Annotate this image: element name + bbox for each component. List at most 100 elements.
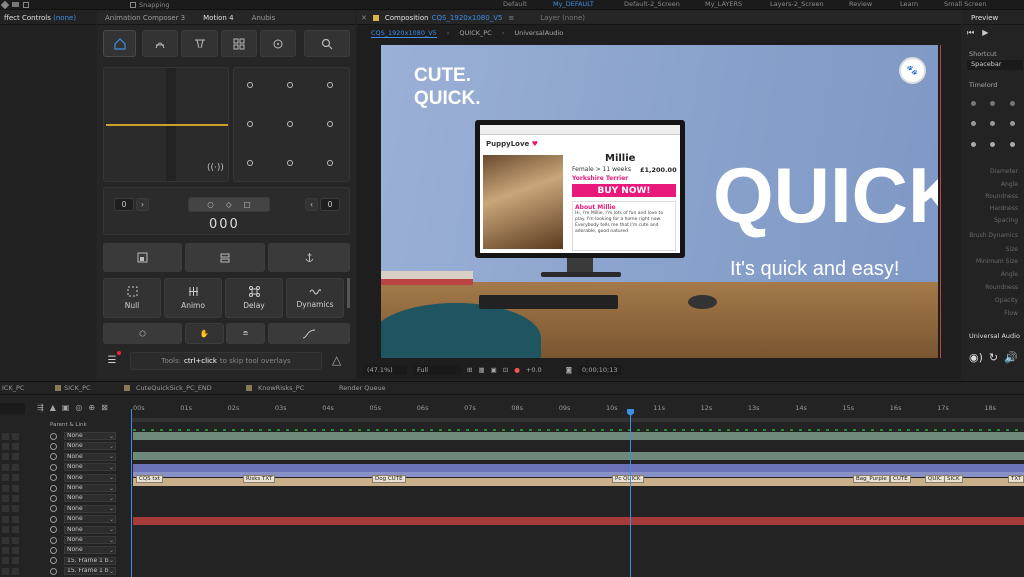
quality-select[interactable]: Full	[413, 365, 461, 375]
align-button[interactable]	[103, 243, 182, 272]
brush-preset[interactable]	[990, 141, 996, 147]
region-icon[interactable]: ⊞	[467, 366, 472, 374]
visibility-switch[interactable]	[2, 442, 9, 450]
frame-blend-icon[interactable]: ⊕	[88, 403, 95, 412]
audio-waves-icon[interactable]: ◉)	[969, 351, 983, 364]
visibility-switch[interactable]	[2, 474, 9, 482]
brush-preset[interactable]	[971, 101, 976, 106]
play-icon[interactable]: ▶	[982, 28, 988, 38]
shortcut-select[interactable]: Spacebar	[967, 60, 1023, 70]
pickwhip-icon[interactable]	[50, 505, 57, 513]
layer-bar-red[interactable]	[133, 517, 1024, 525]
bounce-button[interactable]	[181, 30, 218, 57]
tab-anubis[interactable]: Anubis	[252, 14, 276, 22]
brush-preset[interactable]	[971, 141, 976, 147]
marker[interactable]: Risks TXT	[243, 475, 276, 483]
pickwhip-icon[interactable]	[50, 453, 57, 461]
audio-switch[interactable]	[12, 442, 19, 450]
layer-bar-green[interactable]	[133, 452, 1024, 460]
broadcast-icon[interactable]: ((·))	[207, 163, 224, 173]
marker[interactable]: Bag_Purple	[853, 475, 890, 483]
square-icon[interactable]: □	[244, 200, 251, 209]
work-area-bar[interactable]	[131, 418, 1024, 422]
lock-icon[interactable]: ▣	[62, 403, 70, 412]
audio-switch[interactable]	[12, 567, 19, 575]
workspace-learn[interactable]: Learn	[900, 0, 918, 8]
visibility-switch[interactable]	[2, 453, 9, 461]
speaker-icon[interactable]: 🔊	[1004, 351, 1018, 364]
snapping-checkbox[interactable]	[130, 1, 136, 8]
workspace-review[interactable]: Review	[849, 0, 872, 8]
anchor-dot-middle-right[interactable]	[327, 121, 333, 127]
workspace-default-2-screen[interactable]: Default-2_Screen	[624, 0, 680, 8]
shapes-button[interactable]: ⬡	[103, 323, 182, 344]
pickwhip-icon[interactable]	[50, 536, 57, 544]
pickwhip-icon[interactable]	[50, 567, 57, 575]
ease-button[interactable]	[142, 30, 178, 57]
counter-right-arrow[interactable]: ‹	[305, 198, 318, 211]
distribute-button[interactable]	[185, 243, 265, 272]
brush-preset[interactable]	[990, 101, 996, 106]
pickwhip-icon[interactable]	[50, 515, 57, 523]
anchor-dot-top-left[interactable]	[247, 82, 253, 88]
audio-switch[interactable]	[12, 526, 19, 534]
counter-right-value[interactable]: 0	[320, 198, 340, 211]
camera-icon[interactable]: ◙	[566, 366, 572, 374]
chevron-down-icon[interactable]: ⌄	[109, 526, 114, 533]
visibility-switch[interactable]	[2, 494, 9, 502]
layer-row[interactable]: None ⌄	[0, 535, 130, 545]
visibility-switch[interactable]	[2, 526, 9, 534]
work-area-start[interactable]	[131, 409, 132, 577]
graph-switch-icon[interactable]: ⇶	[37, 403, 44, 412]
marker[interactable]: Pc QUICK	[612, 475, 644, 483]
chevron-down-icon[interactable]: ⌄	[109, 433, 114, 440]
marker[interactable]: CQS txt	[136, 475, 163, 483]
chevron-down-icon[interactable]: ⌄	[109, 474, 114, 481]
puppet-tool-icon[interactable]	[23, 1, 29, 8]
composition-tab-name[interactable]: CQS_1920x1080_V5	[432, 14, 503, 22]
home-button[interactable]	[103, 30, 136, 57]
audio-switch[interactable]	[12, 505, 19, 513]
audio-switch[interactable]	[12, 515, 19, 523]
delay-button[interactable]: Delay	[225, 278, 283, 318]
timecode-display[interactable]: 0;00;10;13	[578, 365, 622, 375]
chevron-down-icon[interactable]: ⌄	[109, 557, 114, 564]
easing-graph[interactable]: ((·))	[103, 67, 229, 182]
anchor-dot-bottom-right[interactable]	[327, 160, 333, 166]
channels-icon[interactable]: ●	[514, 366, 520, 374]
loop-icon[interactable]: ↻	[989, 351, 998, 364]
layer-row[interactable]: None ⌄	[0, 493, 130, 503]
pickwhip-icon[interactable]	[50, 463, 57, 471]
eraser-tool-icon[interactable]	[12, 2, 19, 7]
visibility-switch[interactable]	[2, 546, 9, 554]
chevron-down-icon[interactable]: ⌄	[109, 505, 114, 512]
pen-tool-icon[interactable]	[0, 0, 10, 9]
preview-title[interactable]: Preview	[971, 14, 998, 22]
pickwhip-icon[interactable]	[50, 474, 57, 482]
layer-row[interactable]: None ⌄	[0, 462, 130, 472]
settings-button[interactable]: ☰	[103, 351, 121, 369]
timeline-tab[interactable]: SICK_PC	[64, 384, 91, 392]
counter-left-value[interactable]: 0	[114, 198, 134, 211]
anchor-point-button[interactable]	[260, 30, 296, 57]
composition-menu-icon[interactable]: ≡	[508, 14, 514, 22]
marker[interactable]: Dog CUTE	[372, 475, 406, 483]
breadcrumb-universal-audio[interactable]: UniversalAudio	[514, 29, 563, 37]
chevron-down-icon[interactable]: ⌄	[109, 485, 114, 492]
tab-motion-4[interactable]: Motion 4	[203, 14, 233, 22]
brush-preset[interactable]	[1009, 121, 1015, 127]
grid-button[interactable]	[221, 30, 257, 57]
circle-icon[interactable]: ○	[207, 200, 214, 209]
brush-preset[interactable]	[990, 121, 996, 127]
effect-controls-title[interactable]: ffect Controls	[4, 14, 51, 22]
guides-icon[interactable]: ⊡	[503, 366, 508, 374]
pickwhip-icon[interactable]	[50, 432, 57, 440]
audio-switch[interactable]	[12, 536, 19, 544]
diamond-icon[interactable]: ◇	[226, 200, 232, 209]
composition-viewport[interactable]: CUTE. QUICK. 🐾 PuppyLove ♥ Millie Female…	[381, 45, 938, 358]
dynamics-button[interactable]: Dynamics	[286, 278, 344, 318]
first-frame-icon[interactable]: ⏮	[967, 28, 974, 38]
chevron-down-icon[interactable]: ⌄	[109, 495, 114, 502]
layer-row[interactable]: None ⌄	[0, 525, 130, 535]
playhead[interactable]	[630, 409, 631, 577]
